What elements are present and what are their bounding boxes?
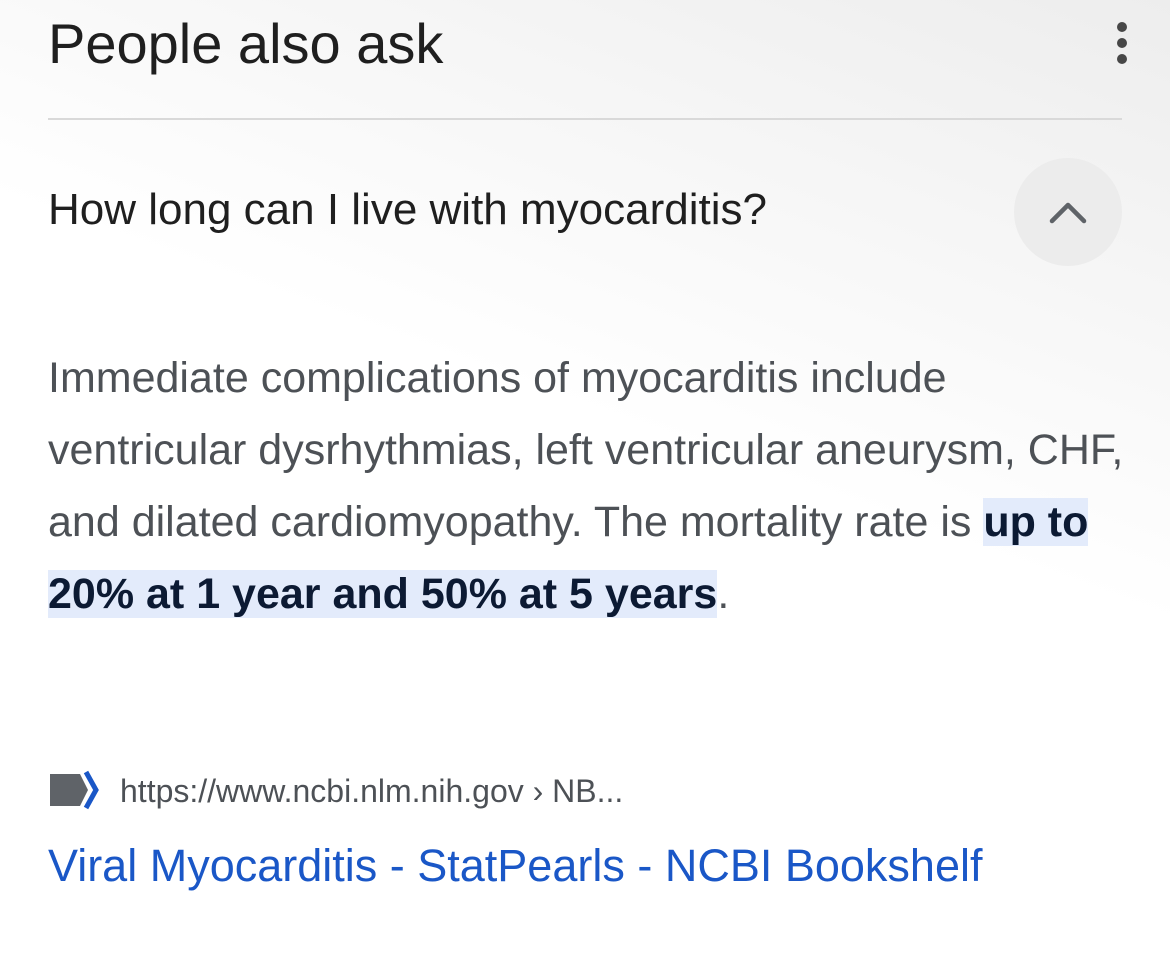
people-also-ask-panel: People also ask How long can I live with… bbox=[0, 0, 1170, 960]
chevron-up-icon bbox=[1049, 202, 1087, 224]
result-title-link[interactable]: Viral Myocarditis - StatPearls - NCBI Bo… bbox=[48, 836, 982, 896]
source-row: https://www.ncbi.nlm.nih.gov › NB... bbox=[48, 766, 1122, 816]
answer-text: Immediate complications of myocarditis i… bbox=[48, 354, 1124, 546]
more-vert-icon bbox=[1117, 22, 1127, 64]
panel-header: People also ask bbox=[48, 8, 1127, 78]
collapse-button[interactable] bbox=[1014, 158, 1122, 266]
question-text: How long can I live with myocarditis? bbox=[48, 185, 767, 234]
question-accordion-toggle[interactable]: How long can I live with myocarditis? bbox=[48, 156, 1122, 266]
answer-text-end: . bbox=[717, 570, 730, 618]
source-url[interactable]: https://www.ncbi.nlm.nih.gov › NB... bbox=[120, 770, 623, 812]
more-options-button[interactable] bbox=[1092, 8, 1152, 78]
bookshelf-favicon-icon bbox=[50, 770, 99, 810]
panel-title: People also ask bbox=[48, 12, 444, 75]
answer-snippet: Immediate complications of myocarditis i… bbox=[48, 342, 1128, 630]
header-divider bbox=[48, 118, 1122, 120]
